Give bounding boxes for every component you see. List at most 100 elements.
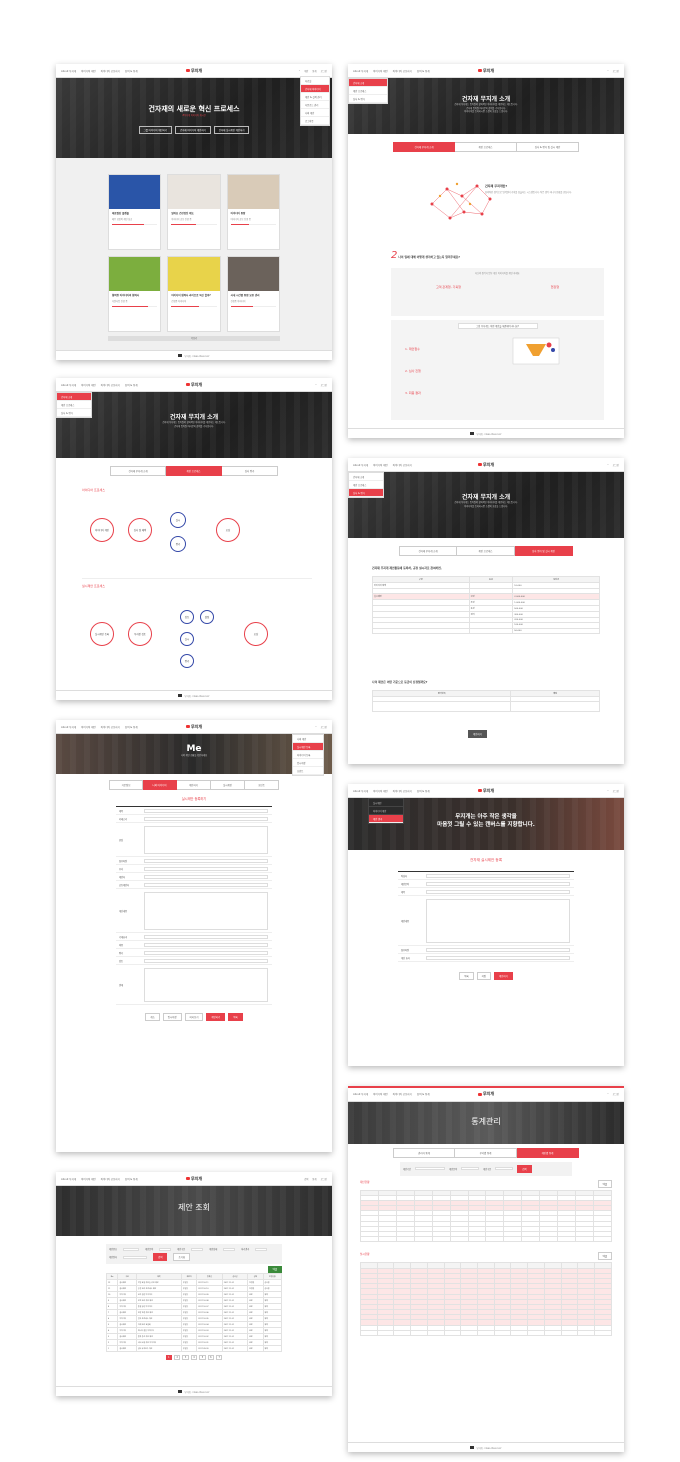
nav-item[interactable]: 아이디어 제안 (373, 1092, 388, 1096)
menu-item[interactable]: 건자재 아이디어 (301, 85, 329, 93)
cost-field[interactable] (144, 942, 268, 947)
page-link[interactable]: 2 (173, 1355, 181, 1360)
title-field[interactable] (144, 808, 268, 813)
nav-item[interactable]: 참여 & 통계 (125, 383, 138, 387)
search-button[interactable]: 검색 (153, 1253, 168, 1261)
nav-right-item[interactable]: 로그인 (613, 789, 619, 793)
tab-points[interactable]: 포인트 (245, 780, 279, 790)
status-select[interactable] (223, 1247, 236, 1251)
nav-item[interactable]: About 무지개 (353, 789, 368, 793)
nav-item[interactable]: 참여 & 통계 (125, 725, 138, 729)
menu-item[interactable]: 제안 결과 (369, 815, 403, 823)
menu-item[interactable]: 자료실 (301, 77, 329, 85)
excel-button[interactable]: 엑셀 (597, 1179, 612, 1188)
nav-right-item[interactable]: 로그인 (613, 69, 619, 73)
menu-item[interactable]: 심사 & 평가 (349, 489, 383, 497)
more-button[interactable]: 더보기 (108, 336, 280, 341)
nav-item[interactable]: About 무지개 (353, 69, 368, 73)
effect-field[interactable] (426, 955, 570, 960)
excel-button[interactable]: 엑셀 (597, 1252, 612, 1261)
tab-basic[interactable]: 기본정보 (109, 780, 143, 790)
menu-item[interactable]: 제안 프로세스 (57, 401, 91, 409)
temp-save-button[interactable]: 임시저장 (162, 1013, 182, 1021)
menu-item[interactable]: 건자재 소개 (349, 79, 387, 87)
nav-item[interactable]: 참여 & 통계 (125, 69, 138, 73)
category-select[interactable] (144, 816, 268, 821)
page-link[interactable]: 4 (190, 1355, 198, 1360)
idea-card[interactable]: 협력형 아이디어의 협력사 지원사업 진행 중 (108, 256, 162, 332)
table-row[interactable]: 1 실시제안 설비 유지보수 개선 홍길동 2017.09.30 2017.11.01 완료… (105, 1345, 283, 1352)
nav-item[interactable]: About 무지개 (353, 463, 368, 467)
nav-item[interactable]: 참여 & 통계 (417, 789, 430, 793)
attachment-field[interactable] (144, 858, 268, 863)
tab-admin-stats[interactable]: 관리자 통계 (393, 1147, 455, 1158)
search-icon[interactable]: ⌕ (607, 1092, 608, 1096)
idea-card[interactable]: 아이디어 협력사 라이브로 혁신 할까? 진행중 아이디어 (167, 256, 221, 332)
nav-right-item[interactable]: 제안 (304, 69, 308, 73)
search-button[interactable]: 검색 (517, 1164, 532, 1173)
menu-item[interactable]: 실시제안 등록 (293, 743, 323, 751)
logo[interactable]: 무지개 (477, 462, 494, 468)
search-icon[interactable]: ⌕ (607, 69, 608, 73)
proposal-button[interactable]: 건자재 실시제안 제안하기 (213, 125, 250, 134)
nav-item[interactable]: About 무지개 (61, 383, 76, 387)
cancel-button[interactable]: 취소 (145, 1013, 160, 1021)
nav-right-item[interactable]: 통계 (312, 69, 316, 73)
improvement-editor[interactable] (144, 891, 268, 930)
nav-right-item[interactable]: 로그인 (321, 69, 327, 73)
nav-item[interactable]: 아이디어 제안 (81, 69, 96, 73)
propose-button[interactable]: 제안하기 (468, 730, 487, 738)
list-button[interactable]: 목록 (228, 1013, 243, 1021)
tab-evaluation[interactable]: 심사 평가 (222, 466, 278, 476)
submit-button[interactable]: 제안하기 (206, 1013, 226, 1021)
tab-intro[interactable]: 건자재 무지개 소개 (110, 466, 166, 476)
field-select[interactable] (461, 1167, 480, 1170)
tab-my-ideas[interactable]: 나의 아이디어 (143, 780, 177, 790)
nav-item[interactable]: About 무지개 (61, 69, 76, 73)
type-select[interactable] (191, 1247, 204, 1251)
nav-item[interactable]: 아이디어 제안 (373, 463, 388, 467)
search-icon[interactable]: ⌕ (607, 789, 608, 793)
idea-card[interactable]: 재료절감 플랜물 매우 희망적 제안 성공 (108, 174, 162, 250)
author-field[interactable] (426, 873, 570, 878)
tab-evaluation[interactable]: 심사 평가 및 실시 제안 (515, 546, 573, 556)
menu-item[interactable]: 포인트 (293, 767, 323, 775)
menu-item[interactable]: 실시제안 (369, 799, 403, 807)
nav-item[interactable]: About 무지개 (61, 725, 76, 729)
type-select[interactable] (495, 1167, 514, 1170)
reset-button[interactable]: 초기화 (173, 1253, 191, 1261)
nav-item[interactable]: 아이디어 공모하기 (393, 463, 412, 467)
nav-item[interactable]: 아이디어 제안 (81, 1177, 96, 1181)
nav-right-item[interactable]: 로그인 (321, 1177, 327, 1181)
logo[interactable]: 무지개 (185, 68, 202, 74)
proposer-field[interactable] (144, 874, 268, 879)
nav-item[interactable]: About 무지개 (353, 1092, 368, 1096)
nav-item[interactable]: 아이디어 공모하기 (101, 383, 120, 387)
menu-item[interactable]: 임시저장 (293, 759, 323, 767)
logo[interactable]: 무지개 (477, 788, 494, 794)
nav-item[interactable]: 참여 & 통계 (125, 1177, 138, 1181)
menu-item[interactable]: 심사 & 평가 (349, 95, 387, 103)
nav-item[interactable]: 참여 & 통계 (417, 1092, 430, 1096)
nav-right-item[interactable]: 로그인 (321, 383, 327, 387)
page-link[interactable]: 1 (165, 1355, 172, 1360)
result-select[interactable] (255, 1247, 268, 1251)
menu-item[interactable]: 나의 제안 (293, 735, 323, 743)
review-field[interactable] (144, 958, 268, 963)
nav-item[interactable]: 참여 & 통계 (417, 69, 430, 73)
nav-right-item[interactable]: 통계 (312, 1177, 316, 1181)
page-link[interactable]: 7 (216, 1355, 223, 1360)
idea-button[interactable]: 건자재 아이디어 제안하기 (175, 125, 211, 134)
tab-personal-stats[interactable]: 개인별 통계 (517, 1147, 579, 1158)
logo[interactable]: 무지개 (185, 1176, 202, 1182)
menu-item[interactable]: 아이디어 등록 (293, 751, 323, 759)
group-idea-button[interactable]: 그룹 아이디어 제안하기 (138, 125, 173, 134)
search-icon[interactable]: ⌕ (607, 463, 608, 467)
menu-item[interactable]: 아이디어 제안 (369, 807, 403, 815)
approval-editor[interactable] (144, 967, 268, 1002)
tab-practice[interactable]: 실시제안 (211, 780, 245, 790)
menu-item[interactable]: 건자재 소개 (349, 473, 383, 481)
tab-intro[interactable]: 건자재 무지개 소개 (399, 546, 457, 556)
menu-item[interactable]: 나의 제안 (301, 109, 329, 117)
search-icon[interactable]: ⌕ (299, 69, 300, 73)
